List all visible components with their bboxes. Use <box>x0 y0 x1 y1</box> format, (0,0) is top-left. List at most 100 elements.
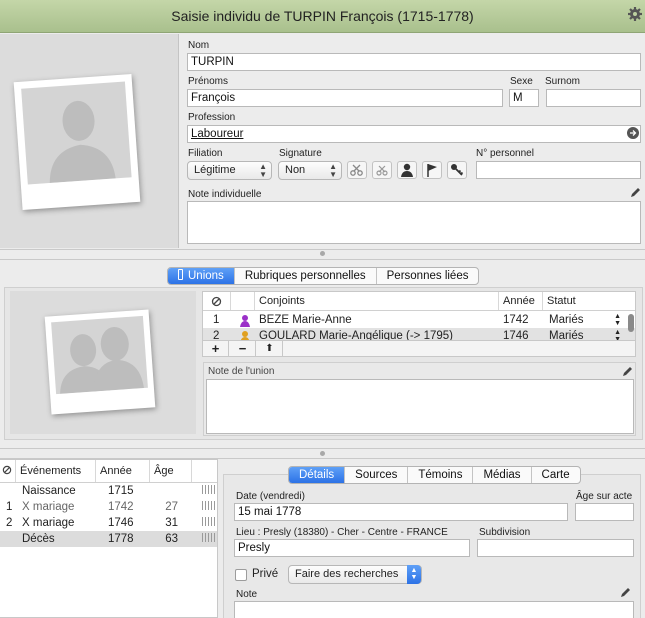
reorder-column-header <box>192 460 218 482</box>
date-field[interactable]: 15 mai 1778 <box>234 503 568 521</box>
union-status: Mariés <box>549 330 584 340</box>
union-status-select[interactable]: Mariés ▲ ▼ <box>545 312 625 328</box>
chevron-updown-icon: ▲ ▼ <box>407 565 421 584</box>
pencil-icon[interactable] <box>630 187 641 198</box>
numero-field[interactable] <box>476 161 641 179</box>
table-row[interactable]: 2 GOULARD Marie-Angélique (-> 1795) 1746… <box>203 328 635 340</box>
couple-photo[interactable] <box>44 309 156 415</box>
row-number: 1 <box>213 314 220 326</box>
scrollbar-thumb[interactable] <box>628 314 634 332</box>
union-note-field[interactable] <box>206 379 634 434</box>
age-sur-acte-label: Âge sur acte <box>576 491 633 502</box>
table-row[interactable]: 1 X mariage 1742 27 <box>0 499 217 515</box>
person-icon <box>401 163 413 177</box>
remove-union-button[interactable]: − <box>230 341 256 356</box>
event-label: X mariage <box>22 501 75 513</box>
person-button[interactable] <box>397 161 417 179</box>
pencil-icon[interactable] <box>620 587 631 598</box>
chevron-updown-icon: ▲ ▼ <box>329 162 337 179</box>
age-column-header[interactable]: Âge <box>150 460 192 482</box>
add-union-button[interactable]: + <box>203 341 229 356</box>
tab-details[interactable]: Détails <box>289 467 345 483</box>
union-status-select[interactable]: Mariés ▲ ▼ <box>545 328 625 340</box>
union-status: Mariés <box>549 314 584 326</box>
union-note-label: Note de l'union <box>208 366 275 377</box>
conjoint-name: GOULARD Marie-Angélique (-> 1795) <box>259 330 453 340</box>
profession-label: Profession <box>188 112 236 123</box>
scissors-x-icon <box>376 165 388 176</box>
statut-column-header[interactable]: Statut <box>543 292 627 310</box>
prenoms-field[interactable]: François <box>187 89 503 107</box>
scissors-button[interactable] <box>347 161 367 179</box>
gear-icon[interactable] <box>627 6 643 22</box>
subdivision-field[interactable] <box>477 539 634 557</box>
note-individuelle-field[interactable] <box>187 201 641 244</box>
annee-column-header[interactable]: Année <box>499 292 543 310</box>
drag-handle-icon[interactable] <box>198 499 216 515</box>
age-sur-acte-field[interactable] <box>575 503 634 521</box>
signature-label: Signature <box>279 148 322 159</box>
drag-handle-icon[interactable] <box>198 531 216 547</box>
female-icon <box>235 328 253 340</box>
event-age: 63 <box>165 533 178 545</box>
window-title-bar: Saisie individu de TURPIN François (1715… <box>0 0 645 33</box>
splitter-handle[interactable] <box>320 251 325 256</box>
event-age: 27 <box>165 501 178 513</box>
surnom-label: Surnom <box>545 76 581 87</box>
conjoints-column-header[interactable]: Conjoints <box>255 292 499 310</box>
drag-handle-icon[interactable] <box>198 483 216 499</box>
lieu-label: Lieu : Presly (18380) - Cher - Centre - … <box>236 527 448 538</box>
scissors-icon <box>350 164 363 176</box>
individual-photo[interactable] <box>13 74 141 210</box>
person-silhouette-icon <box>49 100 116 183</box>
row-number: 2 <box>6 517 13 529</box>
profession-field[interactable]: Laboureur <box>187 125 641 143</box>
tab-personnes-liees[interactable]: Personnes liées <box>375 268 479 284</box>
splitter-handle[interactable] <box>320 451 325 456</box>
couple-silhouette-icon <box>60 326 144 394</box>
drag-handle-icon[interactable] <box>198 515 216 531</box>
event-year: 1778 <box>108 533 134 545</box>
prive-checkbox[interactable] <box>235 569 247 581</box>
chevron-updown-icon: ▲ ▼ <box>259 162 267 179</box>
tab-medias[interactable]: Médias <box>472 467 530 483</box>
annee-column-header[interactable]: Année <box>96 460 150 482</box>
lieu-field[interactable]: Presly <box>234 539 470 557</box>
table-row[interactable]: Naissance 1715 <box>0 483 217 499</box>
filiation-select[interactable]: Légitime ▲ ▼ <box>187 161 272 180</box>
faire-des-recherches-select[interactable]: Faire des recherches ▲ ▼ <box>288 565 422 584</box>
tab-sources[interactable]: Sources <box>344 467 407 483</box>
event-label: X mariage <box>22 517 75 529</box>
window-title: Saisie individu de TURPIN François (1715… <box>171 8 474 24</box>
tab-rubriques-personnelles[interactable]: Rubriques personnelles <box>233 268 376 284</box>
event-note-field[interactable] <box>234 601 634 618</box>
tab-temoins[interactable]: Témoins <box>407 467 472 483</box>
tab-unions[interactable]: Unions <box>168 268 234 284</box>
flag-button[interactable] <box>422 161 442 179</box>
subdivision-label: Subdivision <box>479 527 531 538</box>
nom-field[interactable]: TURPIN <box>187 53 641 71</box>
sexe-label: Sexe <box>510 76 533 87</box>
divider <box>0 448 645 449</box>
events-table: Événements Année Âge Naissance 1715 1 X … <box>0 459 218 618</box>
evenements-column-header[interactable]: Événements <box>16 460 96 482</box>
tab-carte[interactable]: Carte <box>530 467 580 483</box>
link-icon <box>2 465 12 475</box>
profession-value: Laboureur <box>191 128 244 140</box>
table-row-selected[interactable]: Décès 1778 63 <box>0 531 217 547</box>
table-row[interactable]: 2 X mariage 1746 31 <box>0 515 217 531</box>
move-up-button[interactable]: ⬆ <box>257 341 283 356</box>
union-year: 1746 <box>503 330 529 340</box>
numero-label: N° personnel <box>476 148 534 159</box>
table-row[interactable]: 1 BEZE Marie-Anne 1742 Mariés ▲ ▼ <box>203 312 635 328</box>
key-button[interactable] <box>447 161 467 179</box>
unions-table: Conjoints Année Statut 1 BEZE Marie-Anne… <box>202 291 636 341</box>
sexe-field[interactable]: M <box>509 89 539 107</box>
pencil-icon[interactable] <box>622 366 633 377</box>
event-year: 1742 <box>108 501 134 513</box>
cut-disabled-button[interactable] <box>372 161 392 179</box>
go-arrow-icon[interactable] <box>627 127 639 139</box>
signature-select[interactable]: Non ▲ ▼ <box>278 161 342 180</box>
divider <box>0 259 645 260</box>
surnom-field[interactable] <box>546 89 641 107</box>
